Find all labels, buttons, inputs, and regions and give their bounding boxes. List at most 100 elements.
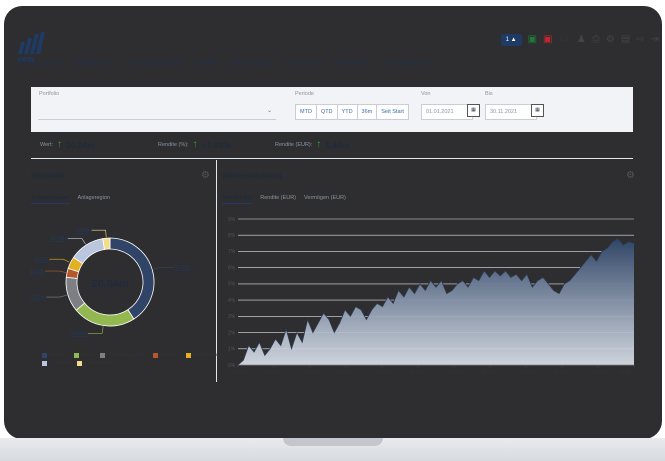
donut-slice-geldmarkt[interactable] bbox=[72, 238, 105, 265]
x-tick-label: 06.2021 bbox=[409, 370, 427, 376]
bis-label: Bis bbox=[485, 91, 493, 97]
user-badge[interactable]: 1 ▲ bbox=[500, 34, 522, 46]
org-chart-icon[interactable]: ♟ bbox=[577, 34, 586, 46]
donut-slice-label: 21,00% bbox=[70, 331, 88, 337]
export-icon[interactable]: ⇨ bbox=[636, 34, 644, 46]
kpi-rendite-pct: Rendite (%): ↑ +7,49% bbox=[158, 139, 231, 150]
y-tick-label: 1% bbox=[228, 347, 236, 353]
legend-swatch bbox=[152, 353, 158, 358]
period-ytd-button[interactable]: YTD bbox=[336, 104, 358, 120]
area-series bbox=[238, 238, 634, 365]
print-icon[interactable]: ⎙ bbox=[592, 34, 600, 46]
x-tick-label: 01.2021 bbox=[229, 370, 247, 376]
feri-logo[interactable]: FERI bbox=[16, 30, 46, 64]
kpi-rendite-pct-value: +7,49% bbox=[201, 139, 231, 150]
von-label: Von bbox=[421, 91, 431, 97]
legend-label: Rohstoffe bbox=[159, 353, 181, 358]
tab-anlageklassen[interactable]: Anlageklassen bbox=[31, 195, 70, 204]
legend-swatch bbox=[77, 361, 83, 366]
portfolio-select[interactable]: ⌄ bbox=[38, 103, 276, 120]
nav-meine-seiten[interactable]: MEINE SEITEN bbox=[17, 60, 63, 67]
wertentwicklung-settings-icon[interactable]: ⚙ bbox=[626, 170, 635, 181]
alc-button[interactable]: ALC bbox=[558, 37, 570, 43]
y-tick-label: 6% bbox=[228, 265, 236, 271]
bis-date-field[interactable]: 30.11.2021 bbox=[485, 104, 537, 120]
tab-anlageregion[interactable]: Anlageregion bbox=[78, 195, 110, 204]
nav-uebersicht[interactable]: ÜBERSICHT bbox=[75, 60, 113, 67]
document-icon[interactable]: ▤ bbox=[621, 34, 630, 46]
donut-slice-label: 11,61% bbox=[30, 295, 46, 301]
bis-calendar-icon[interactable]: ▦ bbox=[531, 104, 544, 117]
performance-area-chart: 0% 1% 2% 3% 4% 5% 6% 7% 8% 9% 01.2021 02.2021 03.202… bbox=[228, 217, 635, 376]
arrow-up-icon: ↑ bbox=[57, 139, 63, 150]
donut-legend: Anleihen Aktien Strategien/Hybride Rohstoff… bbox=[42, 353, 222, 366]
kpi-rendite-eur-label: Rendite (EUR): bbox=[275, 141, 313, 148]
period-qtd-button[interactable]: QTD bbox=[315, 104, 338, 120]
legend-item[interactable]: Strategien/Hybride bbox=[100, 353, 147, 358]
x-tick-label: 10.2021 bbox=[553, 370, 571, 376]
arrow-up-icon: ↑ bbox=[192, 139, 198, 150]
donut-leader-line bbox=[153, 267, 174, 270]
y-tick-label: 0% bbox=[228, 363, 236, 369]
donut-slice-aktien[interactable] bbox=[75, 302, 135, 327]
legend-label: Kasse/Devisen bbox=[84, 361, 117, 366]
tab-vermoegen-eur[interactable]: Vermögen (EUR) bbox=[304, 195, 346, 204]
legend-item[interactable]: Anleihen bbox=[42, 353, 68, 358]
nav-reporting[interactable]: REPORTING bbox=[333, 60, 372, 67]
donut-leader-line bbox=[46, 294, 68, 298]
legend-label: Geldmarkt bbox=[49, 361, 72, 366]
nav-stammdaten[interactable]: STAMMDATEN bbox=[384, 60, 429, 67]
tab-rendite-eur[interactable]: Rendite (EUR) bbox=[260, 195, 296, 204]
y-tick-label: 3% bbox=[228, 314, 236, 320]
nav-abfragen[interactable]: ABFRAGEN bbox=[285, 60, 322, 67]
y-tick-label: 8% bbox=[228, 233, 236, 239]
period-mtd-button[interactable]: MTD bbox=[295, 104, 317, 120]
excel-icon[interactable]: ▣ bbox=[528, 34, 537, 46]
y-tick-label: 4% bbox=[228, 298, 236, 304]
logout-icon[interactable]: ⇥ bbox=[651, 34, 659, 46]
legend-label: Strategien/Hybride bbox=[107, 353, 147, 358]
donut-leader-line bbox=[88, 326, 104, 334]
legend-item[interactable]: Rohstoffe bbox=[152, 353, 181, 358]
donut-slice-label: 37,21% bbox=[175, 265, 190, 271]
wertentwicklung-title: Wertentwicklung bbox=[222, 171, 282, 180]
x-tick-label: 11.2021 bbox=[589, 370, 607, 376]
periode-label: Periode bbox=[295, 91, 314, 97]
bestaende-settings-icon[interactable]: ⚙ bbox=[201, 170, 210, 181]
nav-anlageklassen[interactable]: ANLAGEKLASSEN bbox=[125, 60, 183, 67]
donut-slice-label: 2,43% bbox=[76, 228, 91, 234]
nav-trees[interactable]: TREES bbox=[195, 60, 217, 67]
legend-item[interactable]: Aktien bbox=[73, 353, 94, 358]
nav-compliance[interactable]: COMPLIANCE bbox=[229, 60, 273, 67]
period-36m-button[interactable]: 36m bbox=[356, 104, 378, 120]
legend-item[interactable]: Geldmarkt bbox=[42, 361, 71, 366]
device-notch bbox=[283, 438, 383, 446]
chevron-down-icon: ⌄ bbox=[266, 108, 272, 114]
legend-item[interactable]: Kasse/Devisen bbox=[77, 361, 116, 366]
legend-label: Edelmetalle bbox=[193, 353, 219, 358]
y-tick-label: 7% bbox=[228, 249, 236, 255]
legend-label: Anleihen bbox=[49, 353, 68, 358]
x-tick-label: 12.202 bbox=[619, 370, 635, 376]
legend-swatch bbox=[73, 353, 79, 358]
x-tick-label: 05.2021 bbox=[373, 370, 391, 376]
kpi-rendite-pct-label: Rendite (%): bbox=[158, 141, 189, 148]
pdf-icon[interactable]: ▣ bbox=[543, 34, 552, 46]
bestaende-title: Bestände bbox=[31, 171, 65, 180]
x-tick-label: 09.2021 bbox=[517, 370, 535, 376]
tab-rendite-pct[interactable]: Rendite (%) bbox=[222, 195, 253, 204]
von-date-field[interactable]: 01.01.2021 bbox=[421, 104, 473, 120]
x-tick-label: 03.2021 bbox=[301, 370, 319, 376]
y-tick-label: 5% bbox=[228, 282, 236, 288]
von-calendar-icon[interactable]: ▦ bbox=[467, 104, 480, 117]
x-tick-label: 07.2021 bbox=[445, 370, 463, 376]
donut-slice-label: 3,01% bbox=[30, 269, 45, 275]
settings-gear-icon[interactable]: ⚙ bbox=[606, 34, 615, 46]
legend-item[interactable]: Edelmetalle bbox=[186, 353, 218, 358]
donut-leader-line bbox=[45, 270, 67, 273]
bestaende-tabs: Anlageklassen Anlageregion bbox=[31, 195, 110, 204]
main-nav: MEINE SEITEN ÜBERSICHT ANLAGEKLASSEN TRE… bbox=[17, 60, 429, 67]
kpi-wert-value: 20,04m bbox=[66, 139, 95, 150]
period-seit-start-button[interactable]: Seit Start bbox=[376, 104, 409, 120]
donut-leader-line bbox=[67, 238, 86, 245]
